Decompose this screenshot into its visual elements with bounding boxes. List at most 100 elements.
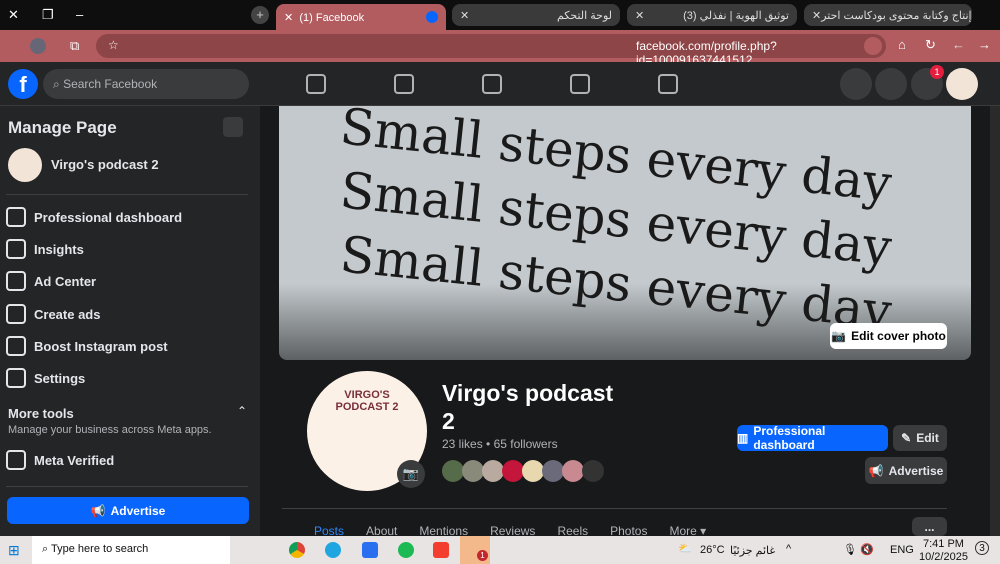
- close-window-icon[interactable]: ✕: [8, 7, 19, 23]
- button-label: Professional dashboard: [753, 424, 826, 452]
- pages-flag-icon[interactable]: [394, 74, 414, 94]
- tab-facebook[interactable]: ✕ (1) Facebook: [276, 4, 446, 30]
- tab-dashboard[interactable]: ✕ لوحة التحكم: [452, 4, 620, 26]
- sidebar-item-create-ads[interactable]: Create ads: [6, 304, 100, 324]
- ads-megaphone-icon[interactable]: [570, 74, 590, 94]
- avatar[interactable]: [542, 460, 564, 482]
- messenger-icon[interactable]: [875, 68, 907, 100]
- roblox-icon[interactable]: [362, 542, 378, 558]
- weather-icon[interactable]: ⛅: [678, 542, 692, 555]
- professional-dashboard-button[interactable]: ▥ Professional dashboard: [737, 424, 888, 452]
- facebook-logo[interactable]: f: [8, 69, 38, 99]
- button-label: Edit: [916, 431, 939, 445]
- dashboard-icon: ▥: [737, 431, 749, 445]
- page-title: Virgo's podcast 2: [442, 380, 614, 434]
- avatar[interactable]: [522, 460, 544, 482]
- address-bar[interactable]: ☆ facebook.com/profile.php?id=1000916374…: [96, 34, 886, 67]
- search-placeholder: Search Facebook: [63, 77, 158, 91]
- language-indicator[interactable]: ENG: [890, 544, 914, 556]
- collapse-sidebar-icon[interactable]: [223, 117, 243, 137]
- edit-button[interactable]: ✎ Edit: [893, 425, 947, 451]
- avatar[interactable]: [502, 460, 524, 482]
- chevron-up-icon[interactable]: ⌃: [237, 404, 247, 418]
- sidebar-item-boost-instagram[interactable]: Boost Instagram post: [6, 336, 168, 356]
- weather-temp[interactable]: 26°C: [700, 544, 725, 556]
- reload-icon[interactable]: ↻: [925, 37, 936, 53]
- site-settings-icon[interactable]: [864, 37, 882, 55]
- menu-grid-icon[interactable]: [840, 68, 872, 100]
- more-tools-heading: More tools: [8, 406, 74, 421]
- home-nav-icon[interactable]: [306, 74, 326, 94]
- tab-label: إنتاج وكتابة محتوى بودكاست احتر: [821, 9, 972, 22]
- forward-icon[interactable]: →: [978, 37, 991, 52]
- account-avatar[interactable]: [946, 68, 978, 100]
- clock-time[interactable]: 7:41 PM: [923, 538, 964, 550]
- button-label: Edit cover photo: [851, 329, 946, 343]
- notification-center-icon[interactable]: 3: [975, 541, 989, 555]
- dashboard-nav-icon[interactable]: [482, 74, 502, 94]
- avatar[interactable]: [562, 460, 584, 482]
- anydesk-icon[interactable]: [433, 542, 449, 558]
- likes-count[interactable]: 23 likes: [442, 437, 483, 451]
- teams-badge: 1: [477, 550, 488, 561]
- tab-label: لوحة التحكم: [556, 9, 612, 22]
- sidebar-item-professional-dashboard[interactable]: Professional dashboard: [6, 207, 182, 227]
- chrome-icon[interactable]: [289, 542, 305, 558]
- instagram-icon: [6, 336, 26, 356]
- avatar[interactable]: [442, 460, 464, 482]
- megaphone-icon: [6, 271, 26, 291]
- avatar[interactable]: [582, 460, 604, 482]
- divider: [6, 486, 248, 487]
- taskbar-search-input[interactable]: ⌕ Type here to search: [32, 536, 230, 564]
- chevron-up-icon[interactable]: ^: [786, 543, 791, 555]
- browser-tab-bar: ✕ ❐ – + ✕ (1) Facebook ✕ لوحة التحكم ✕ (3)…: [0, 0, 1000, 30]
- follower-avatars[interactable]: [442, 460, 604, 482]
- minimize-window-icon[interactable]: –: [76, 7, 83, 22]
- search-input[interactable]: ⌕ Search Facebook: [43, 69, 249, 99]
- edit-cover-photo-button[interactable]: 📷 Edit cover photo: [830, 323, 947, 349]
- avatar-title: VIRGO'S PODCAST 2: [335, 389, 399, 413]
- new-tab-button[interactable]: +: [251, 6, 269, 24]
- back-icon[interactable]: ←: [952, 37, 965, 52]
- spotify-icon[interactable]: [398, 542, 414, 558]
- scrollbar[interactable]: [990, 106, 1000, 536]
- sidebar-item-settings[interactable]: Settings: [6, 368, 85, 388]
- profile-avatar-icon[interactable]: [30, 38, 46, 54]
- page-avatar[interactable]: [8, 148, 42, 182]
- camera-icon: 📷: [831, 329, 847, 343]
- speaker-muted-icon[interactable]: 🔇: [860, 543, 874, 556]
- more-options-button[interactable]: ...: [912, 517, 947, 536]
- megaphone-icon: 📢: [868, 463, 884, 478]
- clock-date[interactable]: 10/2/2025: [919, 551, 968, 563]
- facebook-favicon-icon: [426, 11, 438, 23]
- facebook-header: f ⌕ Search Facebook 1: [0, 62, 1000, 106]
- advertise-button[interactable]: 📢 Advertise: [7, 497, 249, 524]
- sidebar-item-label: Settings: [34, 370, 86, 386]
- followers-count[interactable]: 65 followers: [494, 437, 558, 451]
- sidebar-item-meta-verified[interactable]: Meta Verified: [6, 450, 114, 470]
- sidebar-item-ad-center[interactable]: Ad Center: [6, 271, 96, 291]
- canva-icon[interactable]: [325, 542, 341, 558]
- camera-icon[interactable]: 📷: [397, 460, 425, 488]
- tab-identity[interactable]: ✕ (3) توثيق الهوية | نفذلي: [627, 4, 797, 26]
- video-nav-icon[interactable]: [658, 74, 678, 94]
- tab-podcast[interactable]: ✕ إنتاج وكتابة محتوى بودكاست احتر: [804, 4, 972, 26]
- extensions-icon[interactable]: ⧉: [70, 38, 79, 54]
- restore-window-icon[interactable]: ❐: [42, 7, 54, 23]
- microphone-icon[interactable]: 🎙: [843, 543, 857, 556]
- sidebar-item-label: Create ads: [34, 306, 101, 322]
- avatar[interactable]: [482, 460, 504, 482]
- browser-toolbar: ⧉ ☆ facebook.com/profile.php?id=10009163…: [0, 30, 1000, 67]
- sidebar-item-label: Insights: [34, 241, 84, 257]
- tab-label: (1) Facebook: [299, 11, 365, 24]
- sidebar-item-insights[interactable]: Insights: [6, 239, 84, 259]
- bookmark-star-icon[interactable]: ☆: [108, 38, 119, 52]
- page-name[interactable]: Virgo's podcast 2: [51, 157, 159, 172]
- advertise-button[interactable]: 📢 Advertise: [865, 457, 947, 484]
- divider: [6, 194, 248, 195]
- avatar[interactable]: [462, 460, 484, 482]
- sidebar-title: Manage Page: [8, 118, 117, 137]
- windows-start-icon[interactable]: ⊞: [8, 542, 20, 559]
- button-label: Advertise: [110, 503, 166, 518]
- home-icon[interactable]: ⌂: [898, 37, 906, 52]
